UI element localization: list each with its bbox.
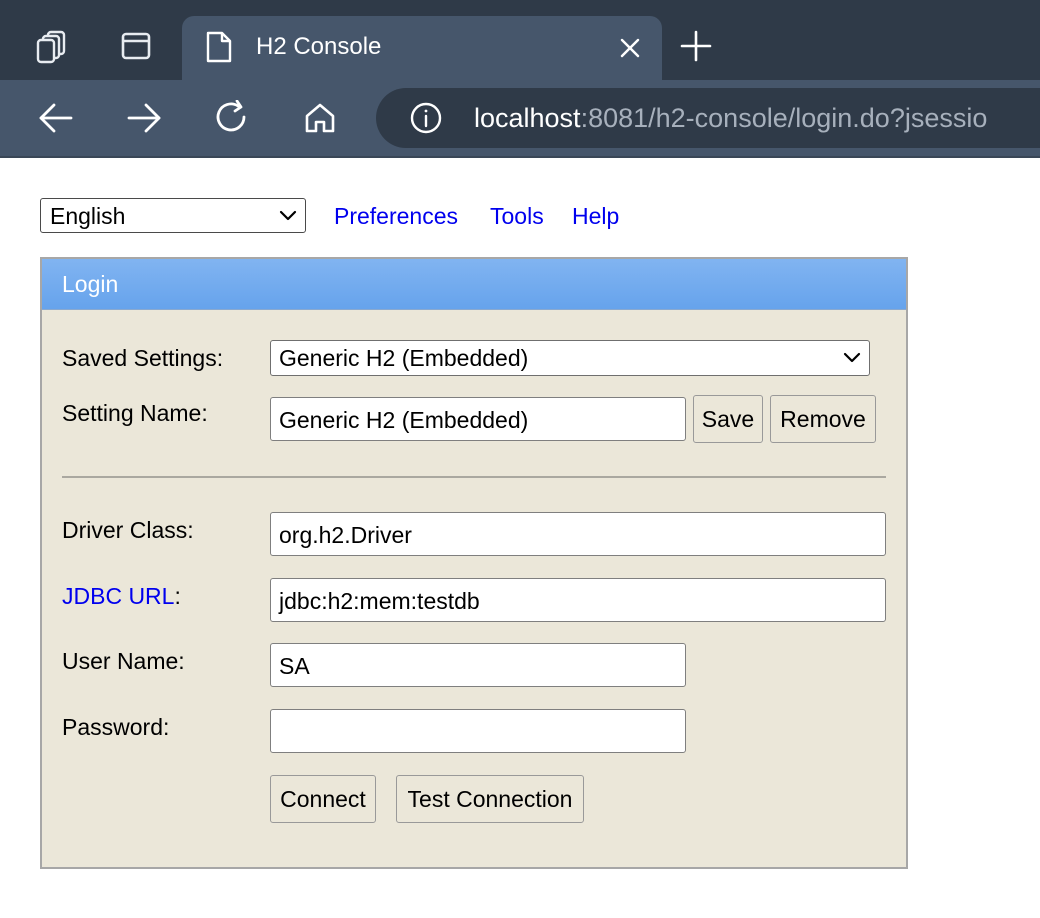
page-icon	[204, 30, 234, 69]
password-label: Password:	[62, 714, 170, 740]
saved-settings-select[interactable]: Generic H2 (Embedded)	[270, 340, 870, 376]
jdbc-url-colon: :	[174, 583, 181, 609]
setting-name-input[interactable]: Generic H2 (Embedded)	[270, 397, 686, 441]
info-icon[interactable]	[410, 102, 442, 134]
preferences-link[interactable]: Preferences	[334, 201, 458, 231]
browser-nav-bar: localhost:8081/h2-console/login.do?jsess…	[0, 80, 1040, 158]
new-tab-icon[interactable]	[678, 28, 714, 64]
close-tab-icon[interactable]	[614, 32, 646, 64]
chevron-down-icon	[843, 352, 861, 363]
help-link[interactable]: Help	[572, 201, 619, 231]
address-bar[interactable]: localhost:8081/h2-console/login.do?jsess…	[376, 88, 1040, 148]
password-input[interactable]	[270, 709, 686, 753]
jdbc-url-value: jdbc:h2:mem:testdb	[279, 588, 480, 614]
browser-tab-bar: H2 Console	[0, 0, 1040, 80]
language-value: English	[50, 203, 126, 229]
divider	[62, 476, 886, 478]
jdbc-url-link[interactable]: JDBC URL	[62, 583, 174, 609]
user-name-input[interactable]: SA	[270, 643, 686, 687]
tools-link[interactable]: Tools	[490, 201, 544, 231]
user-name-label: User Name:	[62, 648, 185, 674]
login-panel: Login Saved Settings: Generic H2 (Embedd…	[40, 257, 908, 869]
jdbc-url-input[interactable]: jdbc:h2:mem:testdb	[270, 578, 886, 622]
url-host: localhost	[474, 103, 581, 133]
connect-button[interactable]: Connect	[270, 775, 376, 823]
tab-groups-icon[interactable]	[32, 26, 72, 66]
login-title: Login	[62, 271, 119, 297]
driver-class-value: org.h2.Driver	[279, 522, 412, 548]
language-select[interactable]: English	[40, 198, 306, 233]
test-connection-button[interactable]: Test Connection	[396, 775, 584, 823]
driver-class-input[interactable]: org.h2.Driver	[270, 512, 886, 556]
tab-h2-console[interactable]: H2 Console	[182, 16, 662, 80]
home-icon[interactable]	[300, 98, 340, 138]
remove-button[interactable]: Remove	[770, 395, 876, 443]
saved-settings-value: Generic H2 (Embedded)	[279, 345, 529, 371]
driver-class-label: Driver Class:	[62, 517, 194, 543]
save-button[interactable]: Save	[693, 395, 763, 443]
jdbc-url-label: JDBC URL:	[62, 582, 181, 610]
login-header: Login	[42, 259, 906, 310]
reload-icon[interactable]	[212, 98, 252, 138]
url-text: localhost:8081/h2-console/login.do?jsess…	[474, 102, 987, 134]
back-arrow-icon[interactable]	[36, 98, 76, 138]
forward-arrow-icon[interactable]	[124, 98, 164, 138]
url-path: :8081/h2-console/login.do?jsessio	[580, 103, 988, 133]
saved-settings-label: Saved Settings:	[62, 345, 224, 371]
setting-name-label: Setting Name:	[62, 400, 208, 426]
sidebar-icon[interactable]	[116, 26, 156, 66]
setting-name-value: Generic H2 (Embedded)	[279, 407, 529, 433]
chevron-down-icon	[279, 210, 297, 221]
user-name-value: SA	[279, 653, 310, 679]
tab-title: H2 Console	[256, 33, 382, 60]
